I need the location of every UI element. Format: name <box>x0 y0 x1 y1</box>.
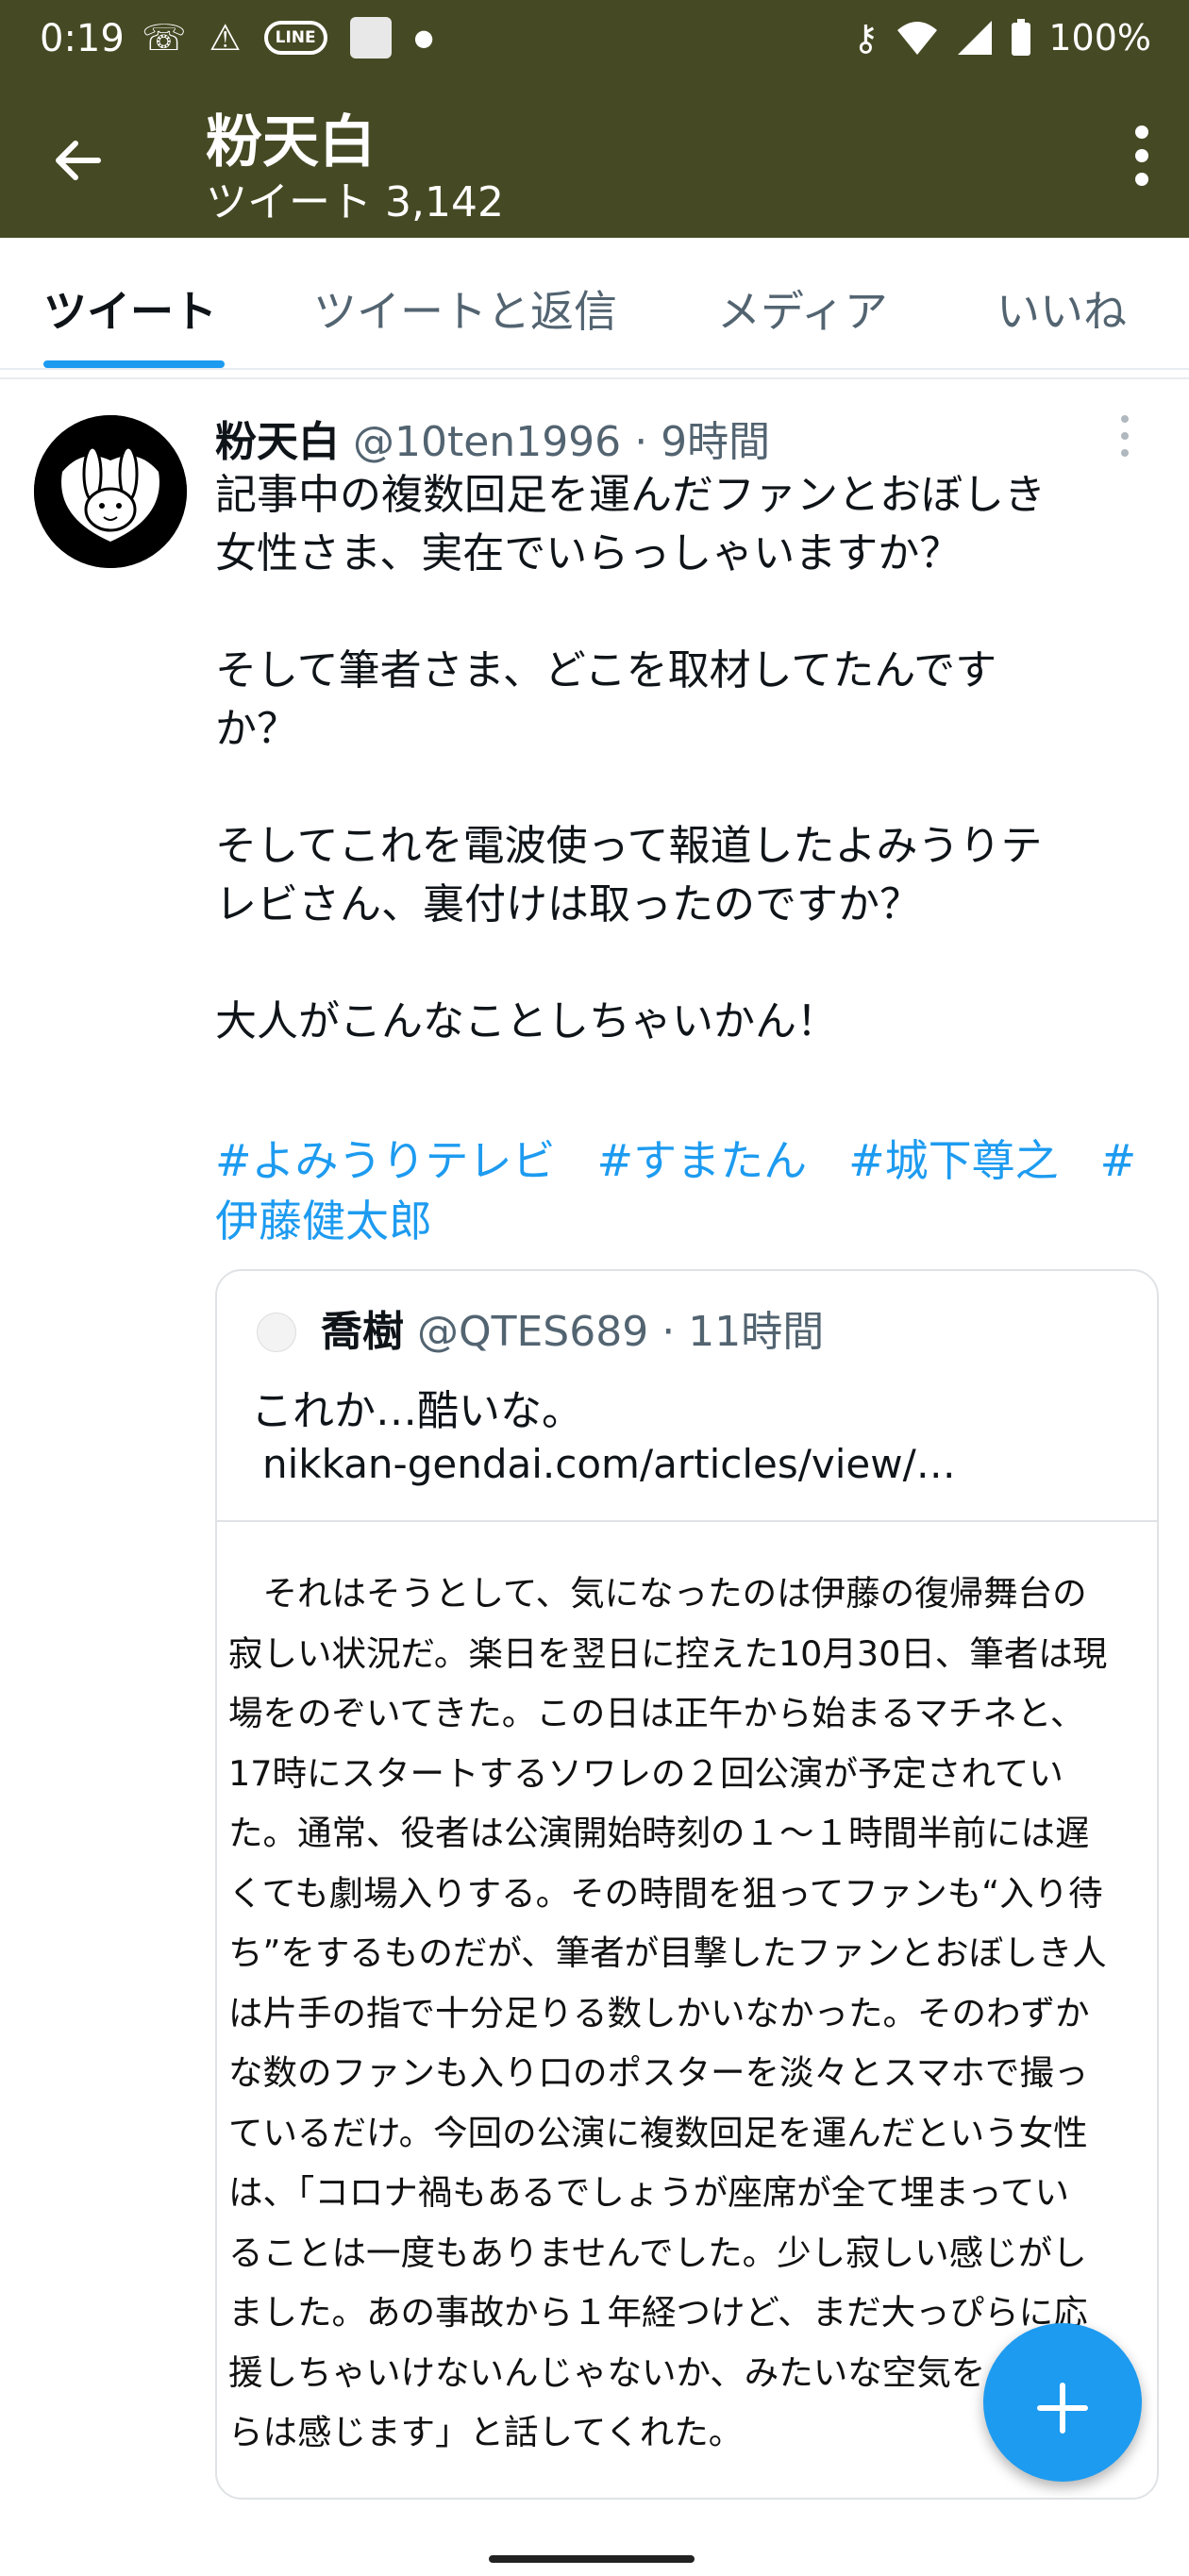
article-line: ているだけ。今回の公演に複数回足を運んだという女性 <box>228 2112 1088 2153</box>
article-line: 17時にスタートするソワレの２回公演が予定されてい <box>228 1752 1063 1794</box>
quoted-tweet-card[interactable]: 喬樹 @QTES689 · 11時間 これか…酷いな。 nikkan-genda… <box>215 1269 1159 2500</box>
profile-tabs: ツイート ツイートと返信 メディア いいね <box>0 238 1189 370</box>
tweet-author-handle: @10ten1996 <box>353 418 622 466</box>
quoted-tweet-header: 喬樹 @QTES689 · 11時間 <box>321 1297 824 1358</box>
hashtag-link[interactable]: #すまたん <box>597 1135 808 1186</box>
vpn-key-icon: ⚷ <box>852 17 879 59</box>
tweet-blank-line <box>215 583 1159 642</box>
line-app-icon: LINE <box>263 21 327 55</box>
separator-dot: · <box>634 418 661 466</box>
article-line: 寂しい状況だ。楽日を翌日に控えた10月30日、筆者は現 <box>228 1632 1108 1674</box>
tweet-line: そしてこれを電波使って報道したよみうりテ <box>215 822 1043 870</box>
tweet-line: 女性さま、実在でいらっしゃいますか？ <box>215 529 962 577</box>
tweet-line: 記事中の複数回足を運んだファンとおぼしき <box>215 471 1046 519</box>
tab-likes[interactable]: いいね <box>996 277 1127 340</box>
status-time: 0:19 <box>40 17 125 60</box>
status-bar: 0:19 ☏ ⚠ LINE ● ⚷ 100% <box>0 0 1189 85</box>
compose-icon <box>1037 2383 1088 2434</box>
article-line: は、「コロナ禍もあるでしょうが座席が全て埋まってい <box>228 2172 1069 2213</box>
article-line: ました。あの事故から１年経つけど、まだ大っぴらに応 <box>228 2292 1088 2333</box>
more-notifications-dot-icon: ● <box>413 25 434 51</box>
hashtag-link[interactable]: #よみうりテレビ <box>215 1135 556 1186</box>
wifi-icon <box>897 22 938 55</box>
battery-icon <box>1012 19 1031 56</box>
article-line: は片手の指で十分足りる数しかいなかった。そのわずか <box>228 1992 1090 2033</box>
overflow-menu-button[interactable] <box>1132 123 1151 208</box>
quoted-author-name: 喬樹 <box>321 1308 404 1356</box>
quoted-tweet-link[interactable]: nikkan-gendai.com/articles/view/… <box>262 1441 956 1487</box>
warning-icon: ⚠ <box>209 17 242 59</box>
article-line: ることは一度もありませんでした。少し寂しい感じがし <box>228 2232 1087 2273</box>
profile-header: 粉天白 ツイート 3,142 <box>0 85 1189 238</box>
missed-call-icon: ☏ <box>142 17 187 59</box>
rabbit-crest-icon <box>34 415 187 568</box>
quoted-avatar <box>257 1313 296 1352</box>
article-line: な数のファンも入り口のポスターを淡々とスマホで撮っ <box>228 2052 1089 2093</box>
divider <box>0 377 1189 379</box>
active-tab-indicator <box>43 360 225 368</box>
hashtag-link[interactable]: 伊藤健太郎 <box>215 1196 432 1246</box>
system-icons: ⚷ 100% <box>853 17 1151 59</box>
cell-signal-icon <box>958 21 993 55</box>
quoted-tweet-text: これか…酷いな。 <box>251 1387 583 1435</box>
tweet-line: レビさん、裏付けは取ったのですか？ <box>215 880 921 928</box>
app-notification-icon <box>349 17 392 59</box>
tweet-author-name[interactable]: 粉天白 <box>215 418 340 466</box>
more-vert-icon <box>1121 415 1129 457</box>
tab-media[interactable]: メディア <box>717 277 888 340</box>
hashtag-link[interactable]: #城下尊之 <box>848 1135 1059 1186</box>
tweet-blank-line <box>215 759 1159 817</box>
gesture-home-bar[interactable] <box>489 2555 695 2563</box>
notification-icons: ☏ ⚠ LINE ● <box>142 17 434 59</box>
tweet-blank-line <box>215 934 1159 993</box>
tweet-line: 大人がこんなことしちゃいかん！ <box>215 997 838 1045</box>
hashtag-link[interactable]: # <box>1100 1135 1137 1186</box>
tweet-text: 記事中の複数回足を運んだファンとおぼしき 女性さま、実在でいらっしゃいますか？ … <box>215 466 1159 1051</box>
tweet-time: 9時間 <box>661 418 771 466</box>
article-line: ち”をするものだが、筆者が目撃したファンとおぼしき人 <box>228 1932 1107 1973</box>
tweet-count: ツイート 3,142 <box>206 178 504 226</box>
hashtags: #よみうりテレビ #すまたん #城下尊之 # 伊藤健太郎 <box>215 1130 1168 1251</box>
article-line: くても劇場入りする。その時間を狙ってファンも“入り待 <box>228 1872 1103 1914</box>
tweet-line: か？ <box>215 705 298 753</box>
quoted-author-handle: @QTES689 <box>417 1308 649 1356</box>
divider <box>217 1520 1157 1522</box>
separator-dot: · <box>661 1308 689 1356</box>
more-vert-icon <box>1135 125 1148 186</box>
tweet-header: 粉天白 @10ten1996 · 9時間 <box>215 408 770 468</box>
compose-tweet-button[interactable] <box>983 2323 1142 2482</box>
tab-tweets-and-replies[interactable]: ツイートと返信 <box>313 277 617 340</box>
quoted-tweet-time: 11時間 <box>688 1308 825 1356</box>
avatar[interactable] <box>34 415 187 568</box>
article-screenshot-image: それはそうとして、気になったのは伊藤の復帰舞台の 寂しい状況だ。楽日を翌日に控え… <box>228 1564 1146 2463</box>
profile-name-title: 粉天白 <box>206 109 376 176</box>
tweet-line: そして筆者さま、どこを取材してたんです <box>215 646 997 694</box>
back-button[interactable] <box>49 132 106 199</box>
battery-percent: 100% <box>1048 17 1151 59</box>
article-line: た。通常、役者は公演開始時刻の１～１時間半前には遅 <box>228 1813 1090 1853</box>
tab-tweets[interactable]: ツイート <box>43 277 217 340</box>
back-arrow-icon <box>56 141 101 180</box>
tweet-options-button[interactable] <box>1119 413 1130 469</box>
article-line: それはそうとして、気になったのは伊藤の復帰舞台の <box>228 1573 1087 1614</box>
article-line: 場をのぞいてきた。この日は正午から始まるマチネと、 <box>228 1693 1085 1733</box>
